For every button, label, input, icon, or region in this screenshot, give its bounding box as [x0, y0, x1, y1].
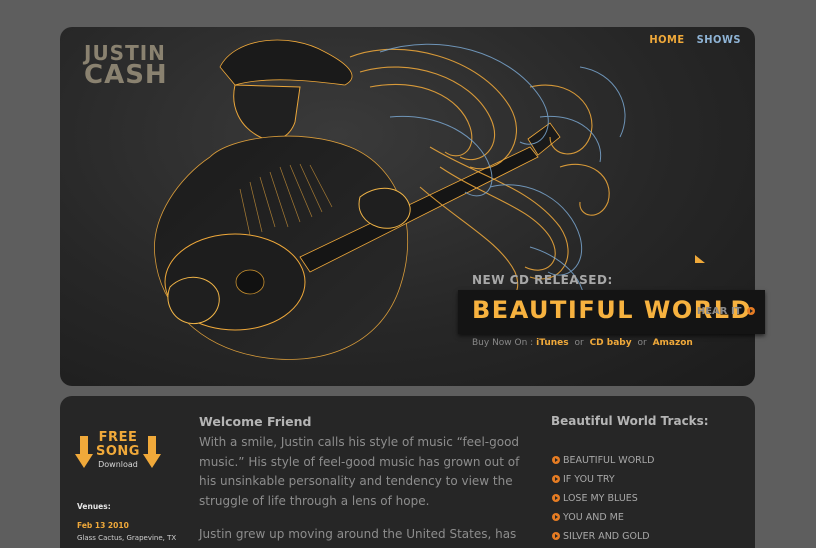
hear-it-button[interactable]: HEAR IT: [697, 306, 755, 317]
play-icon: [552, 456, 560, 464]
store-link-amazon[interactable]: Amazon: [653, 338, 693, 348]
nav-shows-link[interactable]: SHOWS: [697, 33, 741, 46]
download-arrow-icon: [75, 436, 93, 468]
free-song-line2: SONG: [96, 444, 140, 459]
welcome-paragraph-1: With a smile, Justin calls his style of …: [199, 435, 520, 508]
main-nav: HOME SHOWS: [641, 33, 741, 46]
venues-heading: Venues:: [77, 502, 111, 511]
free-song-line1: FREE: [98, 430, 138, 445]
store-link-cdbaby[interactable]: CD baby: [590, 338, 632, 348]
content-panel: FREE SONG Download Venues: Feb 13 2010 G…: [60, 396, 755, 548]
free-song-text: FREE SONG Download: [96, 430, 140, 470]
brand-logo[interactable]: JUSTIN CASH: [84, 43, 168, 88]
nav-home-link[interactable]: HOME: [649, 33, 684, 46]
play-icon: [552, 532, 560, 540]
welcome-paragraph-2: Justin grew up moving around the United …: [199, 527, 517, 548]
venue-date: Feb 13 2010: [77, 521, 129, 530]
buy-links: Buy Now On : iTunes or CD baby or Amazon: [472, 338, 693, 348]
track-label: LOSE MY BLUES: [563, 493, 638, 504]
track-item[interactable]: SILVER AND GOLD: [552, 531, 650, 542]
hear-it-label: HEAR IT: [696, 306, 742, 317]
venue-place: Glass Cactus, Grapevine, TX: [77, 534, 177, 542]
album-title-banner: BEAUTIFUL WORLD HEAR IT: [458, 290, 765, 334]
play-icon: [552, 494, 560, 502]
free-song-download-label: Download: [98, 460, 138, 469]
new-cd-kicker: NEW CD RELEASED:: [472, 273, 613, 287]
welcome-heading: Welcome Friend: [199, 414, 312, 429]
or-separator: or: [574, 338, 584, 348]
buy-label: Buy Now On :: [472, 338, 534, 348]
free-song-download[interactable]: FREE SONG Download: [74, 430, 162, 474]
track-label: SILVER AND GOLD: [563, 531, 650, 542]
play-icon: [552, 475, 560, 483]
or-separator: or: [637, 338, 647, 348]
tracks-heading: Beautiful World Tracks:: [551, 414, 709, 428]
track-item[interactable]: IF YOU TRY: [552, 474, 615, 485]
download-arrow-icon: [143, 436, 161, 468]
track-label: YOU AND ME: [563, 512, 624, 523]
track-label: BEAUTIFUL WORLD: [563, 455, 655, 466]
play-icon: [552, 513, 560, 521]
store-link-itunes[interactable]: iTunes: [536, 338, 569, 348]
brand-logo-line2: CASH: [84, 60, 168, 90]
track-item[interactable]: YOU AND ME: [552, 512, 624, 523]
track-label: IF YOU TRY: [563, 474, 615, 485]
track-item[interactable]: LOSE MY BLUES: [552, 493, 638, 504]
play-icon: [747, 307, 755, 315]
track-item[interactable]: BEAUTIFUL WORLD: [552, 455, 654, 466]
banner-fold-decoration: [695, 255, 705, 263]
